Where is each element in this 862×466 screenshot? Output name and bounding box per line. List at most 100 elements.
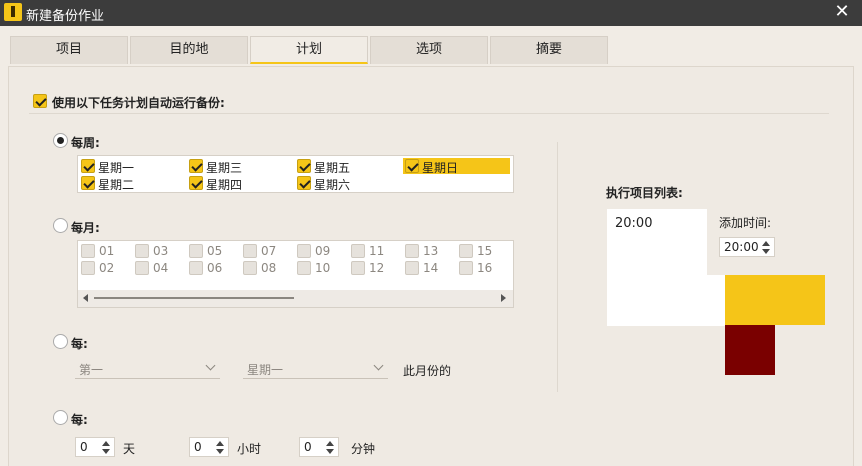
day-checkbox-mon[interactable] (81, 159, 95, 173)
month-day-label: 04 (153, 261, 169, 275)
add-time-label: 添加时间: (719, 216, 772, 230)
day-label: 星期一 (98, 161, 135, 175)
every-nth-radio[interactable] (53, 334, 68, 349)
month-day-label: 01 (99, 244, 115, 258)
month-day-label: 02 (99, 261, 115, 275)
weekday-list: 星期一 星期二 星期三 星期四 星期五 星期六 星期日 (77, 155, 514, 193)
every-nth-suffix: 此月份的 (403, 364, 452, 378)
month-day-label: 13 (423, 244, 439, 258)
month-day-checkbox[interactable] (297, 244, 311, 258)
month-day-label: 11 (369, 244, 385, 258)
month-day-label: 03 (153, 244, 169, 258)
days-unit: 天 (123, 442, 136, 456)
month-day-checkbox[interactable] (351, 244, 365, 258)
minutes-stepper[interactable]: 0 (299, 437, 339, 457)
day-label: 星期六 (314, 178, 351, 192)
spin-up-icon[interactable] (102, 441, 110, 446)
monthly-radio[interactable] (53, 218, 68, 233)
month-day-label: 09 (315, 244, 331, 258)
every-interval-label: 每: (71, 413, 88, 427)
month-day-checkbox[interactable] (297, 261, 311, 275)
title-bar: 新建备份作业 ✕ (0, 0, 862, 26)
month-day-label: 06 (207, 261, 223, 275)
spin-down-icon[interactable] (326, 449, 334, 454)
month-day-checkbox[interactable] (189, 244, 203, 258)
month-day-checkbox[interactable] (135, 261, 149, 275)
divider (29, 113, 829, 114)
schedule-panel: 使用以下任务计划自动运行备份: 每周: 星期一 星期二 星期三 星期四 星期五 … (8, 66, 854, 466)
every-nth-label: 每: (71, 337, 88, 351)
day-label: 星期三 (206, 161, 243, 175)
month-day-checkbox[interactable] (243, 261, 257, 275)
month-day-label: 05 (207, 244, 223, 258)
month-day-checkbox[interactable] (459, 244, 473, 258)
spin-up-icon[interactable] (216, 441, 224, 446)
ordinal-select-value: 第一 (79, 363, 104, 377)
month-day-label: 16 (477, 261, 493, 275)
hours-stepper-value: 0 (194, 440, 202, 454)
day-checkbox-thu[interactable] (189, 176, 203, 190)
monthly-label: 每月: (71, 221, 100, 235)
weekday-select-value: 星期一 (247, 363, 284, 377)
month-day-label: 08 (261, 261, 277, 275)
hours-unit: 小时 (237, 442, 262, 456)
execution-list-label: 执行项目列表: (606, 186, 683, 200)
scroll-right-icon[interactable] (501, 294, 506, 302)
minutes-stepper-value: 0 (304, 440, 312, 454)
every-interval-radio[interactable] (53, 410, 68, 425)
month-day-checkbox[interactable] (189, 261, 203, 275)
month-day-label: 15 (477, 244, 493, 258)
month-day-checkbox[interactable] (459, 261, 473, 275)
month-day-checkbox[interactable] (135, 244, 149, 258)
month-day-checkbox[interactable] (81, 261, 95, 275)
days-stepper-value: 0 (80, 440, 88, 454)
list-background (607, 275, 727, 326)
spin-down-icon[interactable] (762, 249, 770, 254)
chevron-down-icon (205, 360, 216, 371)
horizontal-scrollbar[interactable] (78, 290, 513, 307)
days-stepper[interactable]: 0 (75, 437, 115, 457)
month-day-checkbox[interactable] (405, 261, 419, 275)
month-day-checkbox[interactable] (81, 244, 95, 258)
scroll-left-icon[interactable] (83, 294, 88, 302)
spin-down-icon[interactable] (102, 449, 110, 454)
tab-destination[interactable]: 目的地 (130, 36, 248, 64)
month-day-label: 12 (369, 261, 385, 275)
add-time-stepper[interactable]: 20:00 (719, 237, 775, 257)
spin-down-icon[interactable] (216, 449, 224, 454)
tab-items[interactable]: 项目 (10, 36, 128, 64)
month-day-checkbox[interactable] (351, 261, 365, 275)
day-checkbox-sun[interactable] (405, 159, 419, 173)
day-checkbox-wed[interactable] (189, 159, 203, 173)
tab-bar: 项目 目的地 计划 选项 摘要 (0, 26, 862, 66)
day-label: 星期五 (314, 161, 351, 175)
vertical-divider (557, 142, 558, 392)
spin-up-icon[interactable] (326, 441, 334, 446)
chevron-down-icon (373, 360, 384, 371)
month-day-label: 10 (315, 261, 331, 275)
execution-time-item[interactable]: 20:00 (615, 216, 652, 231)
window-title: 新建备份作业 (26, 9, 105, 24)
month-day-list: 01 02 03 04 05 06 07 08 09 10 11 12 13 1… (77, 240, 514, 308)
day-label: 星期四 (206, 178, 243, 192)
auto-run-checkbox[interactable] (33, 94, 47, 108)
weekday-select[interactable]: 星期一 (243, 359, 388, 379)
month-day-label: 07 (261, 244, 277, 258)
spin-up-icon[interactable] (762, 241, 770, 246)
hours-stepper[interactable]: 0 (189, 437, 229, 457)
month-day-checkbox[interactable] (243, 244, 257, 258)
tab-schedule[interactable]: 计划 (250, 36, 368, 64)
day-label: 星期二 (98, 178, 135, 192)
close-icon[interactable]: ✕ (832, 2, 852, 22)
tab-summary[interactable]: 摘要 (490, 36, 608, 64)
weekly-label: 每周: (71, 136, 100, 150)
day-checkbox-fri[interactable] (297, 159, 311, 173)
day-checkbox-tue[interactable] (81, 176, 95, 190)
day-checkbox-sat[interactable] (297, 176, 311, 190)
month-day-checkbox[interactable] (405, 244, 419, 258)
ordinal-select[interactable]: 第一 (75, 359, 220, 379)
add-time-value: 20:00 (724, 240, 759, 254)
weekly-radio[interactable] (53, 133, 68, 148)
scrollbar-thumb[interactable] (94, 297, 294, 299)
tab-options[interactable]: 选项 (370, 36, 488, 64)
